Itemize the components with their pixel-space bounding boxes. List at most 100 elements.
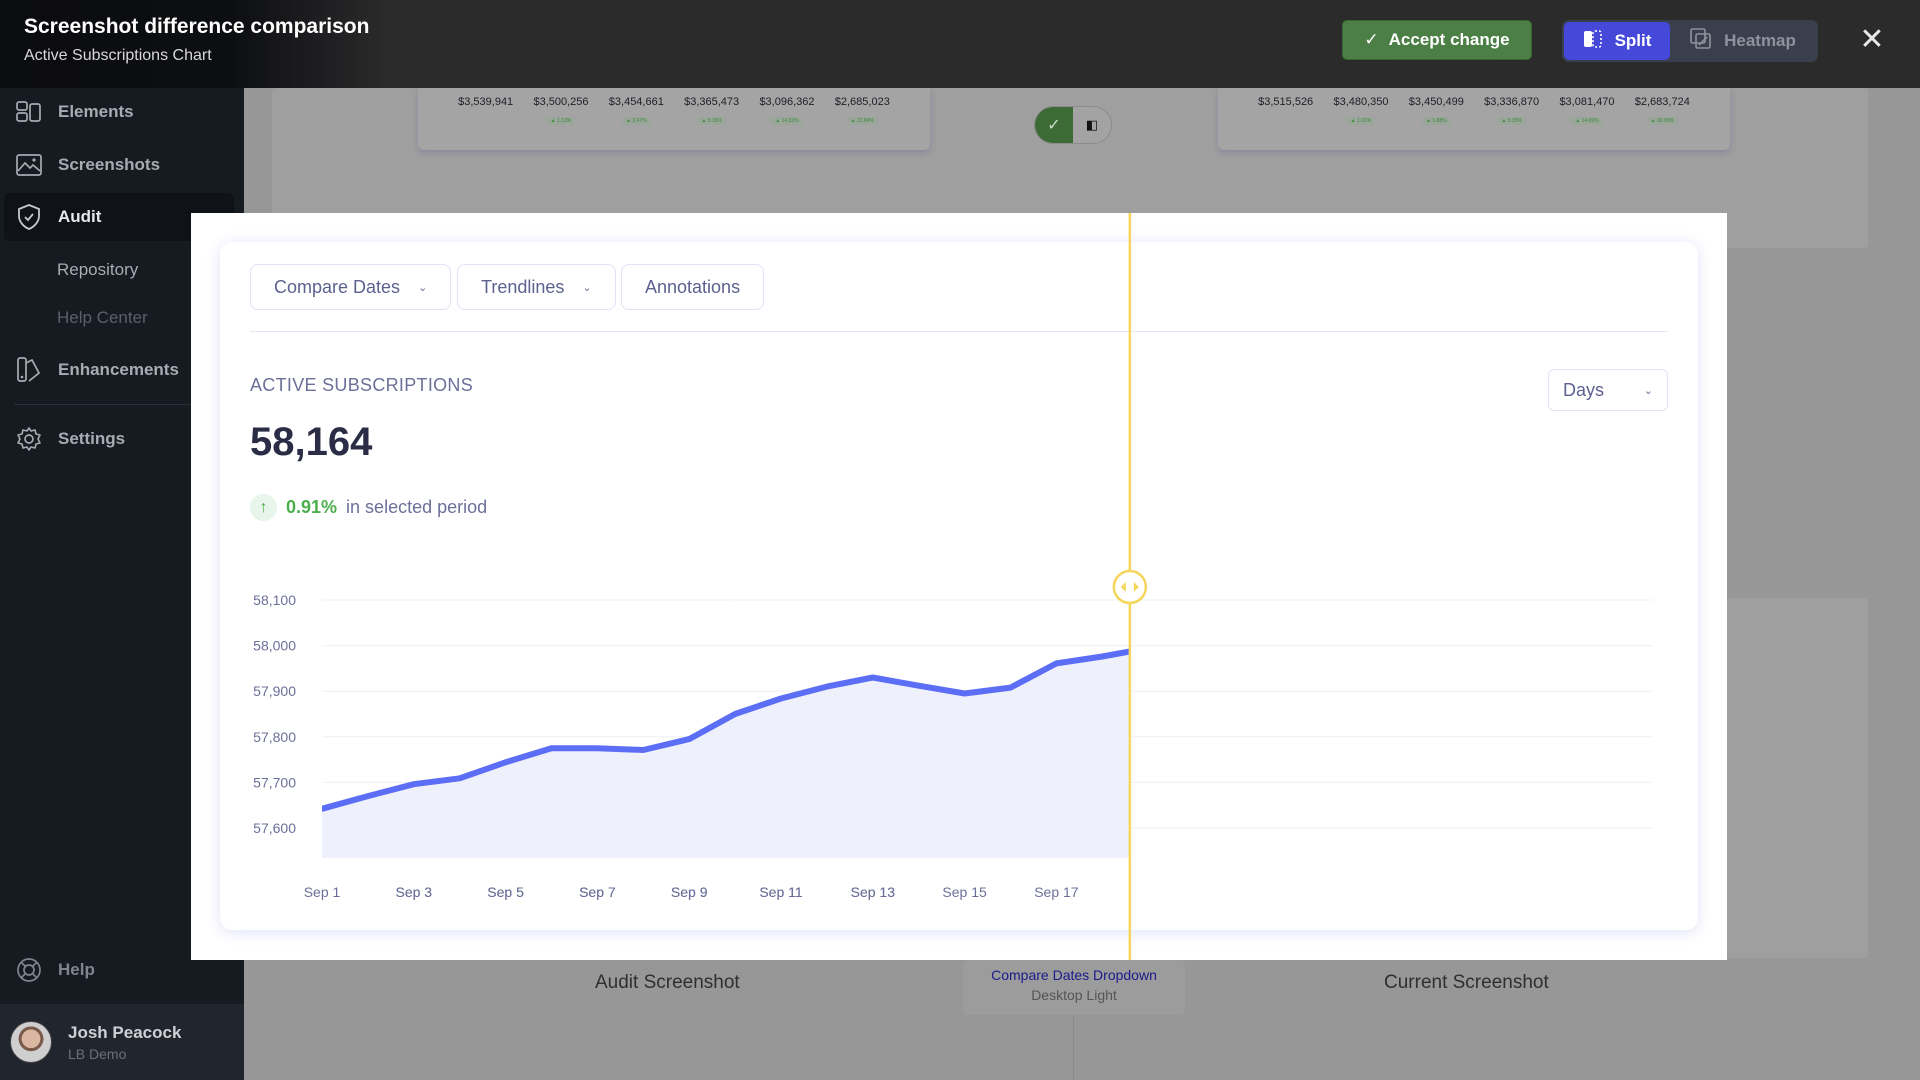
thumb-badge: ▲ 1.88% bbox=[1422, 117, 1451, 125]
thumb-badge: ▲ 30.99% bbox=[1646, 117, 1678, 125]
avatar bbox=[10, 1021, 52, 1063]
thumb-badge: ▲ 5.18% bbox=[697, 117, 726, 125]
user-org: LB Demo bbox=[68, 1045, 127, 1062]
thumb-metric: $3,515,526 bbox=[1258, 96, 1313, 124]
user-name: Josh Peacock bbox=[68, 1022, 182, 1042]
x-tick-label: Sep 15 bbox=[942, 884, 987, 900]
thumb-value: $3,480,350 bbox=[1333, 96, 1389, 108]
thumb-metric: $3,096,362 ▲ 14.33% bbox=[759, 96, 815, 125]
sidebar-item-screenshots[interactable]: Screenshots bbox=[4, 141, 234, 189]
sidebar-item-label: Elements bbox=[58, 102, 134, 121]
thumb-metric: $3,365,473 ▲ 5.18% bbox=[684, 96, 739, 125]
y-tick-label: 57,800 bbox=[253, 729, 296, 745]
accept-toggle[interactable]: ✓ ◧ bbox=[1034, 106, 1112, 144]
audit-screenshot-label: Audit Screenshot bbox=[595, 972, 740, 993]
thumb-metric: $2,683,724 ▲ 30.99% bbox=[1635, 96, 1690, 125]
heatmap-icon bbox=[1690, 27, 1712, 55]
thumb-metric: $3,539,941 bbox=[458, 96, 513, 124]
check-icon: ✓ bbox=[1364, 30, 1379, 49]
app-root: $3,539,941 $3,500,256 ▲ 1.13% $3,454,661 ▲ 2… bbox=[0, 0, 1920, 1080]
sidebar-item-label: Help bbox=[58, 960, 95, 979]
y-tick-label: 57,900 bbox=[253, 683, 296, 699]
series-area-audit bbox=[322, 651, 1130, 858]
element-info: Compare Dates Dropdown Desktop Light bbox=[963, 960, 1185, 1015]
thumb-badge: ▲ 5.35% bbox=[1497, 117, 1526, 125]
thumb-badge: ▲ 2.47% bbox=[622, 117, 651, 125]
thumb-metric: $3,450,499 ▲ 1.88% bbox=[1409, 96, 1464, 125]
thumb-value: $3,450,499 bbox=[1408, 96, 1464, 108]
thumb-badge: ▲ 1.01% bbox=[1346, 117, 1376, 125]
sidebar-item-label: Settings bbox=[58, 429, 126, 448]
thumb-value: $3,454,661 bbox=[608, 96, 664, 108]
split-handle[interactable] bbox=[1112, 569, 1148, 605]
thumb-metric: $2,685,023 ▲ 31.84% bbox=[835, 96, 890, 125]
close-icon[interactable]: ✕ bbox=[1858, 25, 1886, 55]
center-divider bbox=[1073, 1015, 1074, 1080]
thumb-value: $3,081,470 bbox=[1559, 96, 1615, 108]
thumb-badge: ▲ 14.09% bbox=[1571, 117, 1603, 125]
split-view-icon bbox=[1583, 29, 1603, 53]
x-tick-label: Sep 3 bbox=[396, 884, 433, 900]
lifebuoy-icon bbox=[16, 957, 42, 983]
swatch-icon bbox=[16, 357, 42, 383]
audit-thumbnail[interactable]: $3,539,941 $3,500,256 ▲ 1.13% $3,454,661 ▲ 2… bbox=[418, 88, 930, 150]
heatmap-view-button[interactable]: Heatmap bbox=[1670, 22, 1816, 60]
thumb-value: $2,685,023 bbox=[834, 96, 890, 108]
thumb-value: $3,336,870 bbox=[1484, 96, 1540, 108]
comparison-modal: Compare Dates ⌄ Trendlines ⌄ Annotations… bbox=[191, 213, 1727, 960]
view-mode-toggle: Split Heatmap bbox=[1562, 20, 1818, 62]
accept-change-label: Accept change bbox=[1388, 30, 1510, 49]
sidebar-subitem-help-center[interactable]: Help Center bbox=[57, 308, 148, 328]
thumb-metric: $3,454,661 ▲ 2.47% bbox=[609, 96, 664, 125]
x-tick-label: Sep 5 bbox=[487, 884, 524, 900]
thumb-metric: $3,336,870 ▲ 5.35% bbox=[1484, 96, 1539, 125]
thumb-metric: $3,480,350 ▲ 1.01% bbox=[1333, 96, 1389, 125]
sidebar-item-elements[interactable]: Elements bbox=[4, 88, 234, 136]
gear-icon bbox=[16, 426, 42, 452]
sidebar-item-label: Enhancements bbox=[58, 360, 179, 379]
page-title: Screenshot difference comparison bbox=[24, 15, 370, 38]
x-tick-label: Sep 1 bbox=[304, 884, 341, 900]
thumb-metric: $3,081,470 ▲ 14.09% bbox=[1559, 96, 1615, 125]
x-tick-label: Sep 13 bbox=[851, 884, 896, 900]
user-profile[interactable]: Josh Peacock LB Demo bbox=[0, 1004, 244, 1080]
thumb-badge: ▲ 1.13% bbox=[546, 117, 576, 125]
y-tick-label: 58,000 bbox=[253, 638, 296, 654]
thumb-metric: $3,500,256 ▲ 1.13% bbox=[533, 96, 589, 125]
shield-check-icon bbox=[16, 204, 42, 230]
thumb-value: $3,500,256 bbox=[533, 96, 589, 108]
page-subtitle: Active Subscriptions Chart bbox=[24, 47, 212, 64]
thumb-value: $3,365,473 bbox=[684, 96, 740, 108]
x-tick-label: Sep 9 bbox=[671, 884, 708, 900]
y-tick-label: 57,700 bbox=[253, 774, 296, 790]
current-thumbnail[interactable]: $3,515,526 $3,480,350 ▲ 1.01% $3,450,499 ▲ 1… bbox=[1218, 88, 1730, 150]
x-tick-label: Sep 7 bbox=[579, 884, 616, 900]
accept-change-button[interactable]: ✓ Accept change bbox=[1342, 20, 1532, 60]
top-bar: Screenshot difference comparison Active … bbox=[0, 0, 1920, 88]
elements-icon bbox=[16, 99, 42, 125]
y-tick-label: 58,100 bbox=[253, 592, 296, 608]
active-subscriptions-chart: 58,100 58,000 57,900 57,800 57,700 57,600 Sep … bbox=[253, 213, 1652, 960]
current-screenshot-label: Current Screenshot bbox=[1384, 972, 1549, 993]
split-view-button[interactable]: Split bbox=[1564, 22, 1670, 60]
thumb-value: $2,683,724 bbox=[1634, 96, 1690, 108]
image-icon bbox=[16, 152, 42, 178]
check-icon[interactable]: ✓ bbox=[1035, 107, 1073, 143]
sidebar-subitem-repository[interactable]: Repository bbox=[57, 260, 138, 280]
thumb-value: $3,096,362 bbox=[759, 96, 815, 108]
element-variant: Desktop Light bbox=[1031, 987, 1117, 1003]
thumb-badge: ▲ 31.84% bbox=[846, 117, 878, 125]
thumb-value: $3,515,526 bbox=[1258, 96, 1314, 108]
thumb-value: $3,539,941 bbox=[458, 96, 514, 108]
split-view-icon[interactable]: ◧ bbox=[1073, 107, 1111, 143]
x-tick-label: Sep 11 bbox=[759, 884, 803, 900]
series-line-current bbox=[398, 566, 919, 686]
thumb-badge: ▲ 14.33% bbox=[771, 117, 803, 125]
x-tick-label: Sep 17 bbox=[1034, 884, 1079, 900]
split-view-label: Split bbox=[1614, 31, 1652, 50]
sidebar-item-label: Audit bbox=[58, 207, 102, 226]
heatmap-view-label: Heatmap bbox=[1724, 31, 1796, 50]
y-tick-label: 57,600 bbox=[253, 820, 296, 836]
sidebar-item-label: Screenshots bbox=[58, 155, 161, 174]
element-name[interactable]: Compare Dates Dropdown bbox=[963, 967, 1185, 983]
